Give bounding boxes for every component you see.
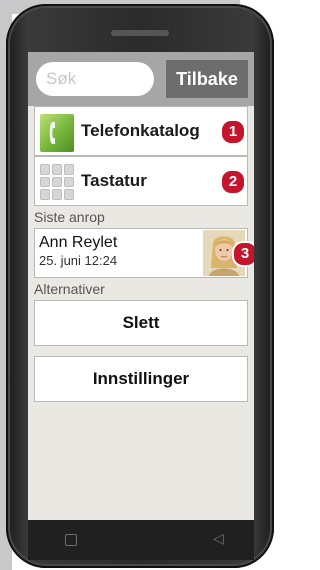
keypad-label: Tastatur bbox=[81, 171, 147, 190]
search-input[interactable]: Søk bbox=[36, 62, 154, 96]
navigation-bar: ◁ bbox=[28, 520, 254, 560]
call-datetime: 25. juni 12:24 bbox=[39, 253, 118, 268]
settings-button[interactable]: Innstillinger bbox=[34, 356, 248, 402]
callout-badge-2: 2 bbox=[220, 169, 246, 195]
keypad-icon bbox=[40, 164, 74, 200]
triangle-back-icon[interactable]: ◁ bbox=[213, 530, 224, 547]
back-button[interactable]: Tilbake bbox=[166, 60, 248, 98]
earpiece-speaker bbox=[111, 30, 169, 36]
top-bar: Søk Tilbake bbox=[28, 52, 254, 106]
square-icon[interactable] bbox=[65, 534, 77, 546]
phonebook-label: Telefonkatalog bbox=[81, 121, 200, 140]
caller-name: Ann Reylet bbox=[39, 234, 118, 251]
recent-calls-heading: Siste anrop bbox=[34, 209, 105, 225]
phone-handset-icon bbox=[40, 114, 74, 152]
recent-call-item[interactable]: Ann Reylet 25. juni 12:24 bbox=[34, 228, 248, 278]
alternatives-heading: Alternativer bbox=[34, 281, 105, 297]
keypad-button[interactable]: Tastatur bbox=[34, 156, 248, 206]
callout-badge-3: 3 bbox=[232, 241, 254, 267]
delete-button[interactable]: Slett bbox=[34, 300, 248, 346]
phonebook-button[interactable]: Telefonkatalog bbox=[34, 106, 248, 156]
screen: Søk Tilbake Telefonkatalog 1 Tastatur 2 … bbox=[28, 52, 254, 520]
callout-badge-1: 1 bbox=[220, 119, 246, 145]
